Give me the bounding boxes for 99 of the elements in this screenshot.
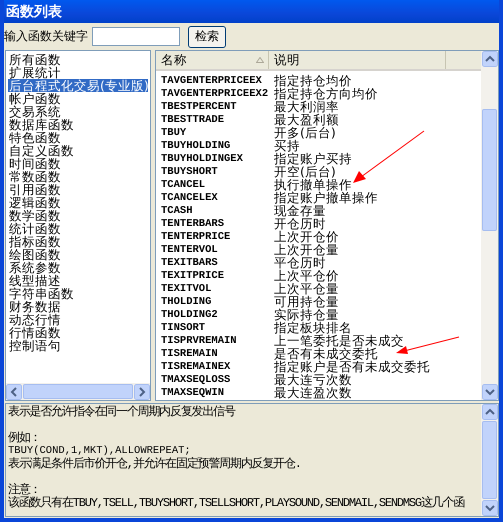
table-cell-text: TAVGENTERPRICEEX2 [160,88,270,100]
scroll-down-icon[interactable] [482,384,498,400]
window-title: 函数列表 [4,0,499,23]
table-cell: 最大盈利额 [274,113,339,126]
description-text: 表示是否允许指令在同一个周期内反复发出信号 [8,406,236,419]
table-cell: 指定账户撤单操作 [274,191,378,204]
table-cell: 指定持仓均价 [274,74,352,87]
scroll-right-icon[interactable] [134,384,150,400]
table-cell-text: TENTERPRICE [160,230,232,242]
category-item[interactable]: 数学函数 [8,209,150,222]
table-cell-text: TCANCEL [160,178,206,190]
category-item[interactable]: 数据库函数 [8,118,150,131]
table-cell-text: TINSORT [160,322,206,334]
search-field[interactable] [92,27,180,46]
table-cell: 最大利润率 [274,100,339,113]
category-item[interactable]: 线型描述 [8,274,150,287]
table-cell-text: TEXITPRICE [160,270,226,282]
table-cell-text: THOLDING2 [160,308,219,320]
table-cell-text: TENTERBARS [160,218,226,230]
vertical-scrollbar[interactable] [481,404,498,516]
category-item[interactable]: 行情函数 [8,326,150,339]
table-cell-text: TEXITBARS [160,256,219,268]
vertical-scrollbar[interactable] [481,51,498,400]
search-label: 输入函数关键字 [4,28,88,45]
table-cell: 上次平仓量 [274,282,339,295]
table-cell: 上次开仓量 [274,243,339,256]
category-item[interactable]: 控制语句 [8,339,150,352]
horizontal-scrollbar[interactable] [6,383,150,400]
table-cell-text: TBUY [160,126,188,138]
scrollbar-thumb[interactable] [482,109,497,231]
category-item[interactable]: 所有函数 [8,53,150,66]
table-cell: 最大连盈次数 [274,386,352,399]
arrow-annotation [353,130,424,183]
table-cell: 可用持仓量 [274,295,339,308]
table-cell-text: TISREMAIN [160,348,219,360]
table-cell-text: TENTERVOL [160,244,219,256]
table-cell-text: TMAXSEQWIN [160,386,226,398]
description-text: 该函数只有在TBUY,TSELL,TBUYSHORT,TSELLSHORT,PLAYSOUND,SENDMAIL,SENDMSG这几个函 [8,497,466,510]
description-text: 注意： [8,484,40,497]
description-text: 例如： [8,432,42,445]
category-item[interactable]: 交易系统 [8,105,150,118]
table-cell: 指定持仓方向均价 [274,87,378,100]
table-cell-text: THOLDING [160,296,212,308]
category-item[interactable]: 扩展统计 [8,66,150,79]
table-cell: 开多(后台) [274,126,336,139]
table-cell: 指定板块排名 [274,321,352,334]
table-cell: 买持 [274,139,300,152]
scroll-down-icon[interactable] [482,500,498,516]
table-cell: 现金存量 [274,204,326,217]
category-item[interactable]: 时间函数 [8,157,150,170]
table-cell: 指定账户买持 [274,152,352,165]
scroll-left-icon[interactable] [6,384,22,400]
sort-arrow-icon [256,57,264,63]
category-item[interactable]: 动态行情 [8,313,150,326]
table-cell-text: TBESTTRADE [160,114,226,126]
table-cell-text: TISREMAINEX [160,360,232,372]
scrollbar-thumb[interactable] [482,421,497,499]
column-header[interactable]: 名称 [156,51,269,69]
table-cell: 执行撤单操作 [274,178,352,191]
category-item[interactable]: 绘图函数 [8,248,150,261]
category-item[interactable]: 统计函数 [8,222,150,235]
column-header[interactable]: 说明 [269,51,446,69]
table-cell: 指定账户是否有未成交委托 [274,360,430,373]
table-cell: 最大连亏次数 [274,373,352,386]
category-item[interactable]: 引用函数 [8,183,150,196]
description-text: 表示满足条件后市价开仓,并允许在固定预警周期内反复开仓. [8,458,302,471]
scroll-up-icon[interactable] [482,51,498,67]
category-item[interactable]: 指标函数 [8,235,150,248]
table-cell: 上次开仓价 [274,230,339,243]
search-button[interactable]: 检索 [188,26,226,48]
table-cell-text: TBUYSHORT [160,166,219,178]
category-item[interactable]: 财务数据 [8,300,150,313]
table-cell: 是否有未成交委托 [274,347,378,360]
table-cell: 上次平仓价 [274,269,339,282]
table-cell: 上一笔委托是否未成交 [274,334,404,347]
scroll-up-icon[interactable] [482,404,498,420]
table-cell: 实际持仓量 [274,308,339,321]
description-text: TBUY(COND,1,MKT),ALLOWREPEAT; [8,445,192,457]
table-cell-text: TEXITVOL [160,282,212,294]
table-cell-text: TBUYHOLDINGEX [160,152,244,164]
category-item[interactable]: 自定义函数 [8,144,150,157]
table-cell: 开空(后台) [274,165,336,178]
table-cell-text: TAVGENTERPRICEEX [160,74,263,86]
category-item[interactable]: 系统参数 [8,261,150,274]
table-cell: 开仓历时 [274,217,326,230]
table-cell-text: TMAXSEQLOSS [160,374,232,386]
category-item[interactable]: 逻辑函数 [8,196,150,209]
category-item[interactable]: 帐户函数 [8,92,150,105]
category-item[interactable]: 常数函数 [8,170,150,183]
table-cell-text: TBUYHOLDING [160,140,232,152]
category-item[interactable]: 特色函数 [8,131,150,144]
table-cell: 平仓历时 [274,256,326,269]
scrollbar-thumb[interactable] [23,384,133,399]
category-item[interactable]: 字符串函数 [8,287,150,300]
table-cell-text: TCANCELEX [160,192,219,204]
table-cell-text: TCASH [160,204,194,216]
category-item[interactable]: 后台程式化交易(专业版) [8,79,148,92]
table-cell-text: TBESTPERCENT [160,100,238,112]
table-cell-text: TISPRVREMAIN [160,334,238,346]
